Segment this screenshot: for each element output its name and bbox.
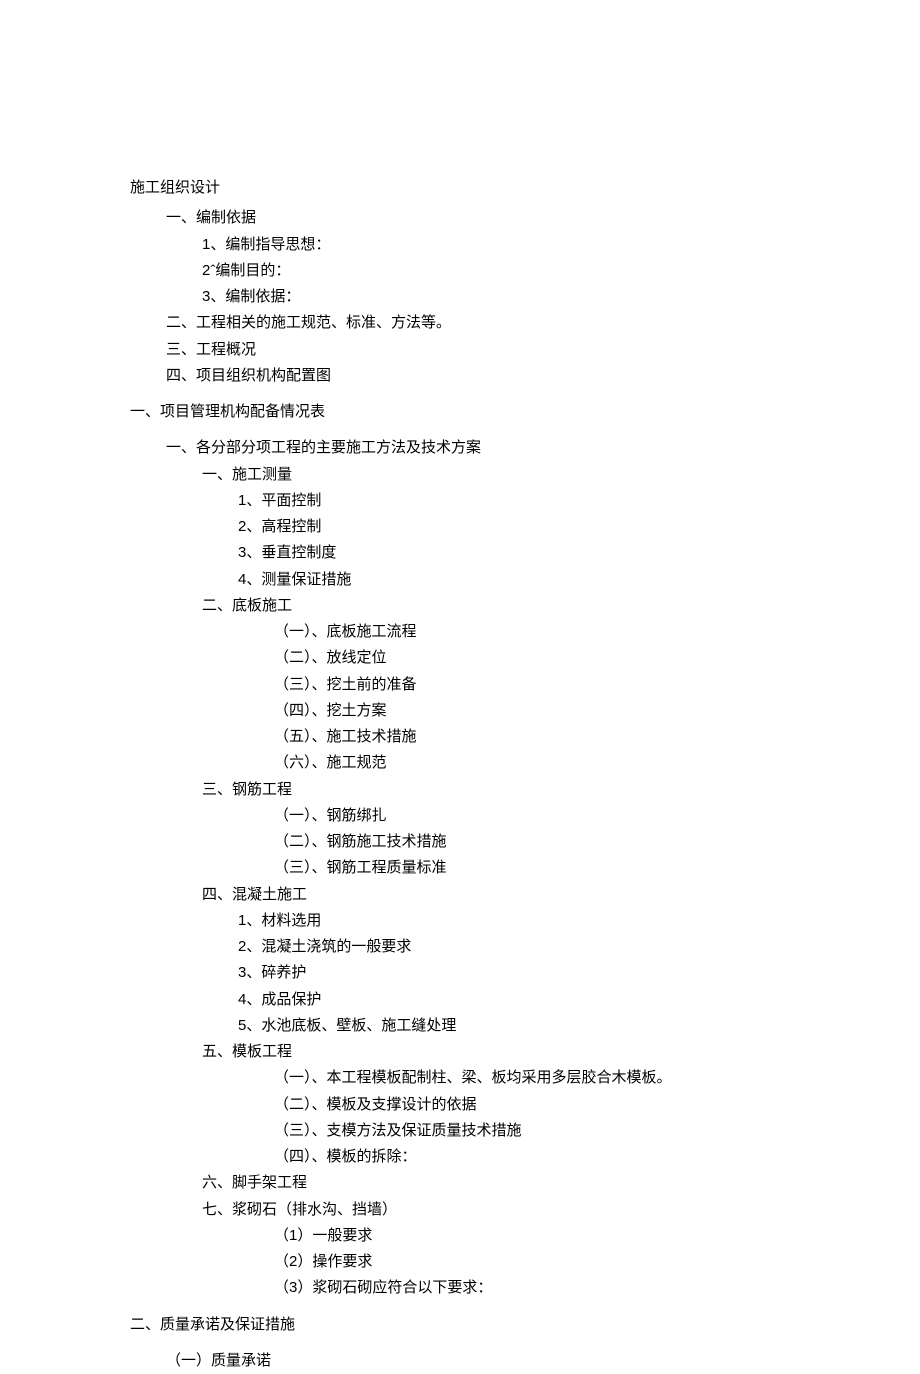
outline-item: 一、编制依据: [166, 205, 920, 231]
outline-text: 、编制指导思想：: [210, 237, 330, 253]
number-label: 3: [289, 1279, 297, 1296]
outline-item: （一）、底板施工流程: [274, 619, 920, 645]
outline-item: 七、浆砌石（排水沟、挡墙）: [202, 1197, 920, 1223]
outline-item: 四、混凝土施工: [202, 882, 920, 908]
outline-item: （一）质量承诺: [166, 1348, 920, 1374]
outline-text: 、垂直控制度: [246, 545, 336, 561]
outline-text: 、成品保护: [246, 992, 321, 1008]
outline-item: （三）、支模方法及保证质量技术措施: [274, 1118, 920, 1144]
outline-item: （四）、模板的拆除：: [274, 1144, 920, 1170]
outline-item: 1、材料选用: [238, 908, 920, 934]
outline-item: （四）、挖土方案: [274, 698, 920, 724]
outline-item: 2、高程控制: [238, 514, 920, 540]
outline-text: 、高程控制: [246, 519, 321, 535]
outline-text: 、平面控制: [246, 493, 321, 509]
outline-text: ˆ编制目的：: [210, 263, 290, 279]
outline-item: （二）、放线定位: [274, 645, 920, 671]
outline-item: 3、垂直控制度: [238, 540, 920, 566]
outline-item: （五）、施工技术措施: [274, 724, 920, 750]
outline-text: 、混凝土浇筑的一般要求: [246, 939, 411, 955]
outline-item: 三、钢筋工程: [202, 777, 920, 803]
outline-item: （三）、挖土前的准备: [274, 672, 920, 698]
document-body: 施工组织设计 一、编制依据 1、编制指导思想： 2ˆ编制目的： 3、编制依据： …: [130, 175, 920, 1374]
outline-item: （1）一般要求: [274, 1223, 920, 1249]
outline-item: 三、工程概况: [166, 337, 920, 363]
outline-item: （2）操作要求: [274, 1249, 920, 1275]
outline-item: 四、项目组织机构配置图: [166, 363, 920, 389]
outline-item: 一、各分部分项工程的主要施工方法及技术方案: [166, 435, 920, 461]
outline-text: 、水池底板、壁板、施工缝处理: [246, 1018, 456, 1034]
outline-item: （三）、钢筋工程质量标准: [274, 855, 920, 881]
outline-item: （一）、本工程模板配制柱、梁、板均采用多层胶合木模板。: [274, 1065, 920, 1091]
outline-text: 、碎养护: [246, 965, 306, 981]
section-heading: 二、质量承诺及保证措施: [130, 1312, 920, 1338]
outline-item: （3）浆砌石砌应符合以下要求：: [274, 1275, 920, 1301]
outline-item: 二、底板施工: [202, 593, 920, 619]
outline-item: 3、编制依据：: [202, 284, 920, 310]
outline-item: 1、平面控制: [238, 488, 920, 514]
outline-text: 、测量保证措施: [246, 572, 351, 588]
outline-item: 2、混凝土浇筑的一般要求: [238, 934, 920, 960]
document-title: 施工组织设计: [130, 175, 920, 201]
number-label: 2: [289, 1253, 297, 1270]
outline-item: （二）、钢筋施工技术措施: [274, 829, 920, 855]
outline-item: 4、测量保证措施: [238, 567, 920, 593]
outline-text: 、编制依据：: [210, 289, 300, 305]
outline-item: 一、施工测量: [202, 462, 920, 488]
outline-text: 、材料选用: [246, 913, 321, 929]
outline-item: 2ˆ编制目的：: [202, 258, 920, 284]
number-label: 1: [289, 1227, 297, 1244]
outline-item: 4、成品保护: [238, 987, 920, 1013]
outline-item: （二）、模板及支撑设计的依据: [274, 1092, 920, 1118]
outline-item: 六、脚手架工程: [202, 1170, 920, 1196]
outline-item: 1、编制指导思想：: [202, 232, 920, 258]
outline-item: 3、碎养护: [238, 960, 920, 986]
outline-item: 二、工程相关的施工规范、标准、方法等。: [166, 310, 920, 336]
outline-item: （六）、施工规范: [274, 750, 920, 776]
outline-item: （一）、钢筋绑扎: [274, 803, 920, 829]
outline-item: 五、模板工程: [202, 1039, 920, 1065]
outline-item: 5、水池底板、壁板、施工缝处理: [238, 1013, 920, 1039]
section-heading: 一、项目管理机构配备情况表: [130, 399, 920, 425]
